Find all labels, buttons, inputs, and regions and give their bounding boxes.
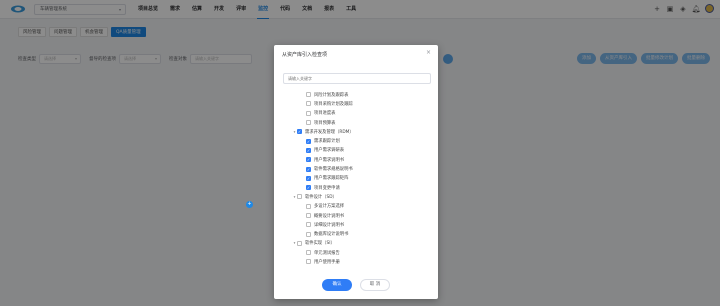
tree-node[interactable]: 用户需求调研表 [284,146,434,155]
tree-checkbox[interactable] [306,110,311,116]
tree-node-label: 需求跟踪计划 [314,139,340,145]
tree-node[interactable]: 用户使用手册 [284,257,434,266]
tree-node-label: 项目变更申请 [314,185,340,191]
tree-checkbox[interactable] [306,213,311,218]
tree-node-label: 软件设计（SD） [305,194,337,200]
tree-checkbox[interactable] [306,250,311,256]
tree-checkbox[interactable] [306,259,311,265]
tree-node-label: 用户需求跟踪矩阵 [314,176,349,182]
tree-node-label: 多设计方案选择 [314,204,345,210]
tree-checkbox[interactable] [306,185,311,191]
tree-node[interactable]: 概要设计说明书 [284,211,434,220]
tree-checkbox[interactable] [306,175,311,181]
close-icon[interactable]: × [426,50,431,56]
tree-node-label: 单元测试报告 [314,250,340,256]
tree-node[interactable]: 单元测试报告 [284,248,434,257]
tree-node[interactable]: 多设计方案选择 [284,202,434,211]
tree-checkbox[interactable] [306,157,311,163]
tree-node-label: 数据库设计说明书 [314,232,349,238]
tree-node-label: 项目进度表 [314,111,336,117]
tree-node-label: 项目预算表 [314,120,336,126]
tree-checkbox[interactable] [306,231,311,237]
dialog-title: 从资产库引入检查项 [282,52,328,58]
tree-node[interactable]: 需求跟踪计划 [284,136,434,145]
import-dialog: 从资产库引入检查项 × 风险计划及跟踪表项目采购计划及跟踪项目进度表项目预算表▾… [274,45,438,299]
tree-node[interactable]: 用户需求跟踪矩阵 [284,174,434,183]
tree-node[interactable]: 数据库设计说明书 [284,229,434,238]
tree-node[interactable]: 项目变更申请 [284,183,434,192]
tree-node[interactable]: ▾ 软件设计（SD） [284,192,434,201]
keyword-search-input[interactable] [283,73,431,84]
tree-node-label: 用户需求说明书 [314,157,345,163]
tree-checkbox[interactable] [306,222,311,228]
tree-node-label: 用户需求调研表 [314,148,345,154]
tree-node-label: 需求开发及管理（RDM） [305,129,354,135]
tree-node[interactable]: 详细设计说明书 [284,220,434,229]
tree-node[interactable]: 用户需求说明书 [284,155,434,164]
tree-node[interactable]: 风险计划及跟踪表 [284,90,434,99]
tree-node-label: 项目采购计划及跟踪 [314,101,353,107]
tree-checkbox[interactable] [306,138,311,144]
tree-node[interactable]: 软件需求规格说明书 [284,164,434,173]
tree-node[interactable]: 项目采购计划及跟踪 [284,99,434,108]
tree-checkbox[interactable] [306,147,311,153]
checklist-tree: 风险计划及跟踪表项目采购计划及跟踪项目进度表项目预算表▾需求开发及管理（RDM）… [284,90,434,267]
confirm-button[interactable]: 确认 [322,279,352,291]
tree-node[interactable]: ▾ 软件实现（SI） [284,239,434,248]
tree-node[interactable]: ▾需求开发及管理（RDM） [284,127,434,136]
tree-checkbox[interactable] [297,194,302,200]
plus-icon[interactable]: + [246,201,253,208]
dialog-footer: 确认 取 消 [274,279,438,291]
tree-checkbox[interactable] [306,120,311,126]
tree-checkbox[interactable] [297,129,302,135]
tree-node-label: 用户使用手册 [314,259,340,265]
tree-checkbox[interactable] [306,101,311,107]
tree-checkbox[interactable] [306,92,311,98]
tree-node-label: 风险计划及跟踪表 [314,92,349,98]
tree-node-label: 软件实现（SI） [305,241,335,247]
tree-node-label: 概要设计说明书 [314,213,345,219]
tree-checkbox[interactable] [306,203,311,209]
tree-checkbox[interactable] [306,166,311,172]
tree-node-label: 详细设计说明书 [314,222,345,228]
tree-node[interactable]: 项目预算表 [284,118,434,127]
tree-checkbox[interactable] [297,240,302,246]
tree-node[interactable]: 项目进度表 [284,109,434,118]
cancel-button[interactable]: 取 消 [360,279,390,291]
tree-node-label: 软件需求规格说明书 [314,167,353,173]
